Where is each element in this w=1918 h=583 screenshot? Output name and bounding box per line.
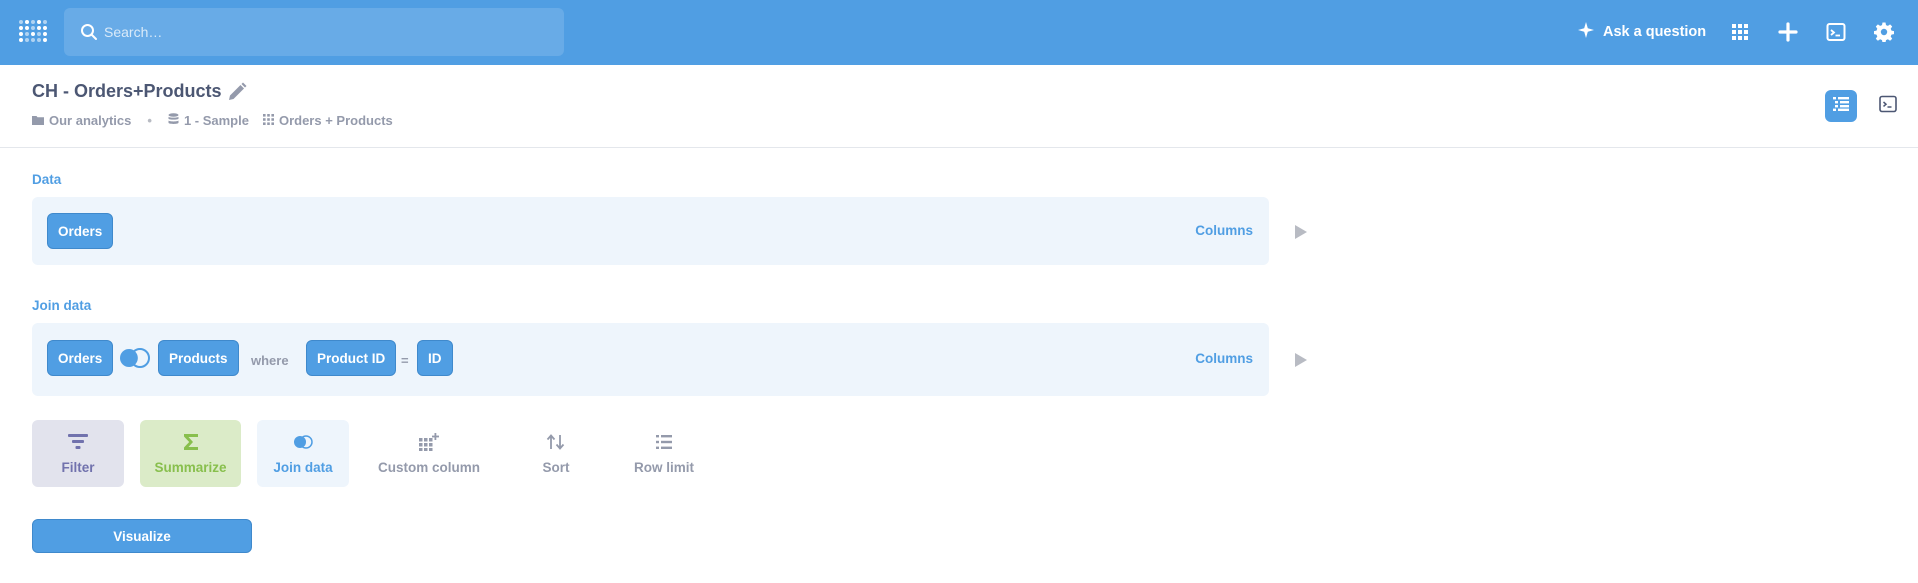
filter-icon — [68, 432, 88, 452]
join-operator[interactable]: = — [401, 353, 409, 368]
visualize-button[interactable]: Visualize — [32, 519, 252, 553]
row-limit-action-label: Row limit — [634, 460, 694, 475]
data-source-table-pill[interactable]: Orders — [47, 213, 114, 249]
database-icon — [168, 113, 179, 128]
pencil-icon[interactable] — [226, 81, 248, 103]
data-step: Orders Columns — [32, 197, 1269, 265]
join-right-column-pill[interactable]: ID — [417, 340, 453, 376]
breadcrumb-database-label: 1 - Sample — [183, 113, 249, 128]
notebook-icon — [1833, 96, 1849, 116]
notebook-view-toggle-button[interactable] — [1825, 90, 1857, 122]
breadcrumb-table[interactable]: Orders + Products — [262, 113, 393, 128]
filter-action-label: Filter — [61, 460, 95, 475]
breadcrumb: Our analytics • 1 - Sample Orders + Prod… — [32, 113, 393, 128]
ask-question-button[interactable]: Ask a question — [1577, 20, 1706, 44]
summarize-action-button[interactable]: Summarize — [140, 420, 241, 487]
question-header: CH - Orders+Products Our analytics • 1 -… — [0, 65, 1918, 148]
gear-icon[interactable] — [1872, 20, 1896, 44]
join-left-column-pill[interactable]: Product ID — [306, 340, 397, 376]
list-icon — [654, 432, 674, 452]
sql-editor-icon[interactable] — [1824, 20, 1848, 44]
join-step-label: Join data — [32, 298, 92, 313]
apps-grid-icon[interactable] — [1728, 20, 1752, 44]
breadcrumb-database[interactable]: 1 - Sample — [168, 113, 249, 128]
sparkle-icon — [1577, 21, 1595, 43]
preview-play-icon[interactable] — [1294, 225, 1308, 239]
ask-question-label: Ask a question — [1603, 24, 1707, 40]
question-title[interactable]: CH - Orders+Products — [32, 81, 222, 102]
sort-action-button[interactable]: Sort — [523, 420, 589, 487]
summarize-action-label: Summarize — [154, 460, 227, 475]
join-data-action-button[interactable]: Join data — [257, 420, 349, 487]
plus-icon[interactable] — [1776, 20, 1800, 44]
join-left-table-pill[interactable]: Orders — [47, 340, 114, 376]
join-columns-link[interactable]: Columns — [1195, 351, 1253, 366]
breadcrumb-collection-label: Our analytics — [49, 113, 132, 128]
data-columns-link[interactable]: Columns — [1195, 223, 1253, 238]
join-right-table-pill[interactable]: Products — [158, 340, 239, 376]
sort-icon — [546, 432, 566, 452]
join-type-icon[interactable] — [118, 348, 152, 368]
data-step-label: Data — [32, 172, 62, 187]
folder-icon — [32, 113, 44, 128]
join-where-label: where — [251, 353, 289, 368]
sort-action-label: Sort — [542, 460, 570, 475]
search-icon — [80, 23, 98, 41]
sql-preview-icon[interactable] — [1877, 93, 1899, 115]
search-bar[interactable] — [64, 8, 564, 56]
add-column-icon — [419, 432, 439, 452]
row-limit-action-button[interactable]: Row limit — [620, 420, 708, 487]
breadcrumb-separator: • — [147, 113, 152, 128]
search-input[interactable] — [104, 20, 544, 44]
custom-column-action-label: Custom column — [377, 460, 480, 475]
join-icon — [293, 432, 313, 452]
join-data-action-label: Join data — [273, 460, 333, 475]
join-step: Orders Products where Product ID = ID Co… — [32, 323, 1269, 396]
join-preview-play-icon[interactable] — [1294, 353, 1308, 367]
breadcrumb-collection[interactable]: Our analytics — [32, 113, 131, 128]
top-navigation-bar: Ask a question — [0, 0, 1918, 65]
sigma-icon — [181, 432, 201, 452]
metabase-logo-icon[interactable] — [18, 18, 48, 46]
filter-action-button[interactable]: Filter — [32, 420, 124, 487]
breadcrumb-table-label: Orders + Products — [278, 113, 393, 128]
grid-icon — [262, 113, 274, 128]
custom-column-action-button[interactable]: Custom column — [365, 420, 493, 487]
